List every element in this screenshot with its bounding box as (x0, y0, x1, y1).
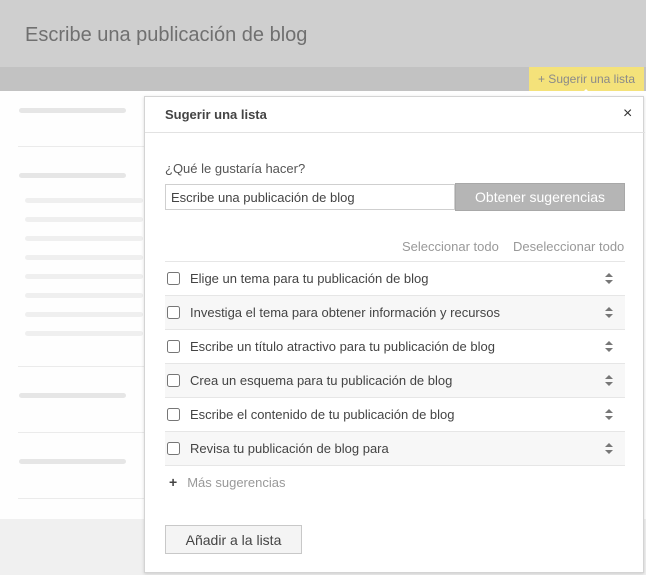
suggestion-item: Crea un esquema para tu publicación de b… (165, 364, 625, 398)
suggestion-checkbox[interactable] (167, 442, 180, 455)
sort-handle-icon[interactable] (605, 273, 613, 284)
placeholder-line (25, 331, 143, 336)
add-to-list-button[interactable]: Añadir a la lista (165, 525, 302, 554)
suggestion-checkbox[interactable] (167, 340, 180, 353)
suggestion-label: Crea un esquema para tu publicación de b… (190, 373, 453, 388)
task-input[interactable] (165, 184, 455, 210)
sort-handle-icon[interactable] (605, 341, 613, 352)
suggestion-item: Escribe un título atractivo para tu publ… (165, 330, 625, 364)
suggestion-checkbox[interactable] (167, 272, 180, 285)
suggestion-label: Escribe un título atractivo para tu publ… (190, 339, 495, 354)
suggestion-label: Investiga el tema para obtener informaci… (190, 305, 500, 320)
placeholder-bar (19, 108, 126, 113)
suggestion-list: Elige un tema para tu publicación de blo… (165, 261, 625, 466)
divider (18, 146, 146, 147)
sort-handle-icon[interactable] (605, 409, 613, 420)
placeholder-line (25, 217, 143, 222)
suggestion-item: Escribe el contenido de tu publicación d… (165, 398, 625, 432)
divider (18, 498, 146, 499)
popover-title: Sugerir una lista (165, 107, 267, 122)
suggestion-label: Revisa tu publicación de blog para (190, 441, 389, 456)
placeholder-bar (19, 393, 126, 398)
background-header: Escribe una publicación de blog (0, 0, 646, 67)
placeholder-bar (19, 173, 126, 178)
placeholder-bar (19, 459, 126, 464)
more-suggestions-label: Más sugerencias (187, 475, 286, 490)
suggestion-label: Elige un tema para tu publicación de blo… (190, 271, 429, 286)
suggestion-item: Investiga el tema para obtener informaci… (165, 296, 625, 330)
suggest-list-button[interactable]: + Sugerir una lista (529, 67, 644, 91)
suggestion-item: Revisa tu publicación de blog para (165, 432, 625, 466)
placeholder-line (25, 293, 143, 298)
placeholder-line (25, 274, 143, 279)
placeholder-line (25, 312, 143, 317)
sort-handle-icon[interactable] (605, 307, 613, 318)
suggestion-checkbox[interactable] (167, 408, 180, 421)
divider (18, 366, 146, 367)
select-all-link[interactable]: Seleccionar todo (402, 239, 499, 254)
popover-header: Sugerir una lista × (145, 97, 645, 133)
sort-handle-icon[interactable] (605, 443, 613, 454)
page: Escribe una publicación de blog + Sugeri… (0, 0, 646, 575)
sort-handle-icon[interactable] (605, 375, 613, 386)
suggest-list-popover: Sugerir una lista × ¿Qué le gustaría hac… (144, 96, 645, 573)
divider (18, 432, 146, 433)
suggestion-item: Elige un tema para tu publicación de blo… (165, 262, 625, 296)
placeholder-line (25, 236, 143, 241)
placeholder-line (25, 198, 143, 203)
plus-icon: + (169, 474, 178, 490)
background-title: Escribe una publicación de blog (25, 24, 308, 46)
placeholder-line (25, 255, 143, 260)
close-icon[interactable]: × (623, 106, 632, 122)
question-label: ¿Qué le gustaría hacer? (165, 161, 306, 176)
deselect-all-link[interactable]: Deseleccionar todo (513, 239, 624, 254)
suggestion-checkbox[interactable] (167, 374, 180, 387)
suggestion-checkbox[interactable] (167, 306, 180, 319)
more-suggestions-link[interactable]: + Más sugerencias (169, 474, 285, 490)
get-suggestions-button[interactable]: Obtener sugerencias (455, 183, 625, 211)
suggestion-label: Escribe el contenido de tu publicación d… (190, 407, 455, 422)
